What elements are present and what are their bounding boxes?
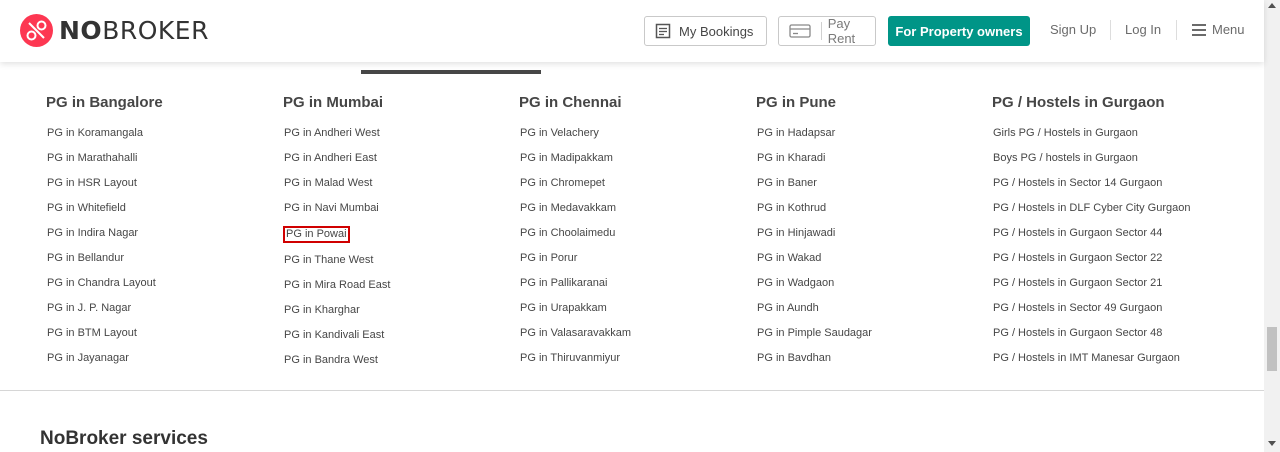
list-item[interactable]: PG in Kharghar — [283, 303, 391, 328]
pay-rent-label: Pay Rent — [827, 16, 856, 46]
list-item[interactable]: PG in Kharadi — [756, 151, 873, 176]
list-item[interactable]: PG in Andheri West — [283, 126, 391, 151]
hamburger-icon — [1192, 23, 1206, 36]
list-item[interactable]: Boys PG / hostels in Gurgaon — [992, 151, 1191, 176]
column-bangalore: PG in Bangalore PG in Koramangala PG in … — [46, 94, 163, 376]
list-item[interactable]: PG in Pimple Saudagar — [756, 326, 873, 351]
column-title: PG in Bangalore — [46, 94, 163, 111]
column-title: PG in Mumbai — [283, 94, 384, 111]
list-item[interactable]: PG in Pallikaranai — [519, 276, 632, 301]
list-item[interactable]: PG in Porur — [519, 251, 632, 276]
column-title: PG in Pune — [756, 94, 837, 111]
list-item[interactable]: PG in Mira Road East — [283, 278, 391, 303]
section-divider — [0, 390, 1264, 391]
active-tab-indicator — [361, 70, 541, 74]
list-item[interactable]: PG in Baner — [756, 176, 873, 201]
list-item[interactable]: PG in Hinjawadi — [756, 226, 873, 251]
header-divider — [1110, 20, 1111, 40]
top-header: NOBROKER My Bookings Pay Rent For Proper… — [0, 0, 1264, 62]
my-bookings-button[interactable]: My Bookings — [644, 16, 767, 46]
nobroker-logo[interactable]: NOBROKER — [20, 14, 209, 47]
header-divider — [1176, 20, 1177, 40]
log-in-link[interactable]: Log In — [1125, 22, 1161, 37]
list-item[interactable]: PG in Jayanagar — [46, 351, 163, 376]
logo-broker: BROKER — [102, 16, 209, 45]
list-item[interactable]: PG / Hostels in DLF Cyber City Gurgaon — [992, 201, 1191, 226]
list-item[interactable]: PG in Bavdhan — [756, 351, 873, 376]
bookings-icon — [655, 23, 671, 39]
list-item[interactable]: PG in J. P. Nagar — [46, 301, 163, 326]
list-item[interactable]: PG in Choolaimedu — [519, 226, 632, 251]
column-title: PG in Chennai — [519, 94, 622, 111]
list-item[interactable]: PG in Malad West — [283, 176, 391, 201]
pay-rent-button[interactable]: Pay Rent — [778, 16, 876, 46]
list-item[interactable]: PG / Hostels in IMT Manesar Gurgaon — [992, 351, 1191, 376]
list-item[interactable]: PG in Navi Mumbai — [283, 201, 391, 226]
list-item[interactable]: PG / Hostels in Gurgaon Sector 22 — [992, 251, 1191, 276]
list-item[interactable]: PG in Madipakkam — [519, 151, 632, 176]
list-item[interactable]: PG in Marathahalli — [46, 151, 163, 176]
list-item[interactable]: PG in Urapakkam — [519, 301, 632, 326]
list-item[interactable]: PG / Hostels in Gurgaon Sector 44 — [992, 226, 1191, 251]
list-item[interactable]: PG in Chromepet — [519, 176, 632, 201]
list-item[interactable]: PG / Hostels in Gurgaon Sector 48 — [992, 326, 1191, 351]
list-item[interactable]: PG in Kandivali East — [283, 328, 391, 353]
list-item[interactable]: PG in Hadapsar — [756, 126, 873, 151]
scroll-down-icon[interactable] — [1268, 441, 1276, 446]
list-item[interactable]: PG in Thane West — [283, 253, 391, 278]
logo-no: NO — [59, 16, 103, 45]
column-title: PG / Hostels in Gurgaon — [992, 94, 1165, 111]
list-item-highlighted[interactable]: PG in Powai — [283, 226, 391, 251]
list-item[interactable]: PG / Hostels in Sector 14 Gurgaon — [992, 176, 1191, 201]
list-item[interactable]: PG in Wadgaon — [756, 276, 873, 301]
column-chennai: PG in Chennai PG in Velachery PG in Madi… — [519, 94, 632, 376]
list-item[interactable]: PG in Valasaravakkam — [519, 326, 632, 351]
logo-mark-icon — [20, 14, 53, 47]
list-item[interactable]: PG in Velachery — [519, 126, 632, 151]
list-item[interactable]: PG in BTM Layout — [46, 326, 163, 351]
list-item[interactable]: PG in Medavakkam — [519, 201, 632, 226]
list-item[interactable]: PG in Thiruvanmiyur — [519, 351, 632, 376]
scroll-up-icon[interactable] — [1268, 3, 1276, 8]
list-item[interactable]: PG in Bandra West — [283, 353, 391, 378]
scrollbar-thumb[interactable] — [1267, 327, 1277, 371]
column-pune: PG in Pune PG in Hadapsar PG in Kharadi … — [756, 94, 873, 376]
list-item[interactable]: Girls PG / Hostels in Gurgaon — [992, 126, 1191, 151]
list-item[interactable]: PG / Hostels in Gurgaon Sector 21 — [992, 276, 1191, 301]
list-item[interactable]: PG in Kothrud — [756, 201, 873, 226]
pg-links-section: PG in Bangalore PG in Koramangala PG in … — [0, 94, 1264, 390]
column-gurgaon: PG / Hostels in Gurgaon Girls PG / Hoste… — [992, 94, 1191, 376]
list-item[interactable]: PG in HSR Layout — [46, 176, 163, 201]
list-item[interactable]: PG in Aundh — [756, 301, 873, 326]
sign-up-link[interactable]: Sign Up — [1050, 22, 1096, 37]
menu-label: Menu — [1212, 22, 1245, 37]
list-item[interactable]: PG in Wakad — [756, 251, 873, 276]
for-property-owners-button[interactable]: For Property owners — [888, 16, 1030, 46]
my-bookings-label: My Bookings — [679, 23, 754, 39]
menu-button[interactable]: Menu — [1192, 22, 1245, 37]
pay-rent-divider — [821, 22, 822, 40]
card-icon — [789, 23, 811, 39]
list-item[interactable]: PG in Bellandur — [46, 251, 163, 276]
page-scrollbar[interactable] — [1264, 0, 1280, 452]
column-mumbai: PG in Mumbai PG in Andheri West PG in An… — [283, 94, 391, 376]
logo-text: NOBROKER — [59, 16, 209, 45]
list-item[interactable]: PG in Andheri East — [283, 151, 391, 176]
list-item[interactable]: PG / Hostels in Sector 49 Gurgaon — [992, 301, 1191, 326]
list-item[interactable]: PG in Koramangala — [46, 126, 163, 151]
list-item[interactable]: PG in Whitefield — [46, 201, 163, 226]
list-item[interactable]: PG in Chandra Layout — [46, 276, 163, 301]
list-item[interactable]: PG in Indira Nagar — [46, 226, 163, 251]
services-heading: NoBroker services — [40, 428, 208, 449]
